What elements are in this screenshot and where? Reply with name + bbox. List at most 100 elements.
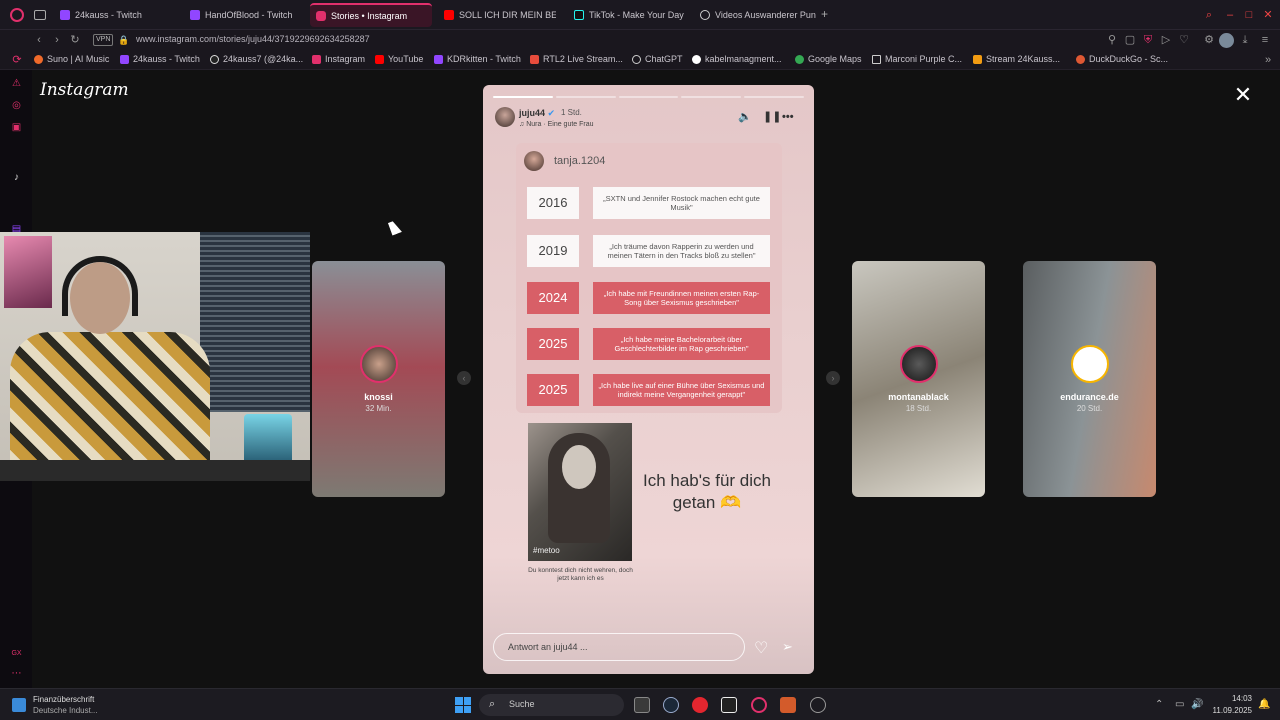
next-story-button[interactable]: ›: [826, 371, 840, 385]
search-tabs-icon[interactable]: ⌕: [1203, 9, 1215, 21]
news-widget-icon[interactable]: [12, 698, 26, 712]
reply-input[interactable]: Antwort an juju44 ...: [493, 633, 745, 661]
close-window-button[interactable]: ✕: [1262, 9, 1274, 21]
maps-pin-icon: [795, 54, 804, 64]
bookmark-rtl2[interactable]: RTL2 Live Stream...: [530, 54, 623, 64]
windows-start-icon[interactable]: [455, 697, 471, 713]
more-bookmarks-icon[interactable]: »: [1261, 53, 1275, 67]
story-photo: #metoo: [528, 423, 632, 561]
sidebar-toggle-icon[interactable]: ⟳: [10, 53, 24, 67]
forward-icon[interactable]: ›: [50, 33, 64, 47]
bookmark-suno[interactable]: Suno | AI Music: [34, 54, 109, 64]
settings-icon[interactable]: [810, 697, 826, 713]
tab-instagram-stories[interactable]: Stories • Instagram: [310, 3, 432, 27]
timeline-year: 2024: [527, 282, 579, 314]
tray-chevron-icon[interactable]: ⌃: [1155, 699, 1163, 711]
previous-story-button[interactable]: ‹: [457, 371, 471, 385]
bookmark-marconi[interactable]: Marconi Purple C...: [872, 54, 962, 64]
play-icon[interactable]: ▷: [1159, 33, 1173, 47]
clock-date[interactable]: 11.09.2025: [1205, 706, 1252, 715]
bookmark-stream[interactable]: Stream 24Kauss...: [973, 54, 1060, 64]
app-stream-icon[interactable]: [780, 697, 796, 713]
like-heart-icon[interactable]: ♡: [754, 638, 768, 658]
bookmark-kdrkitten[interactable]: KDRkitten - Twitch: [434, 54, 521, 64]
url-field[interactable]: www.instagram.com/stories/juju44/3719229…: [136, 34, 370, 44]
heart-icon[interactable]: ♡: [1177, 33, 1191, 47]
timeline-quote: „Ich habe live auf einer Bühne über Sexi…: [593, 374, 770, 406]
timeline-year: 2019: [527, 235, 579, 267]
twitch-icon: [190, 10, 200, 20]
bookmark-kabel[interactable]: kabelmanagment...: [692, 54, 782, 64]
news-widget-title[interactable]: Finanzüberschrift: [33, 695, 94, 704]
tray-network-icon[interactable]: ▭: [1175, 699, 1184, 711]
sidebar-more-icon[interactable]: ⋯: [11, 668, 22, 679]
close-icon[interactable]: ✕: [1232, 84, 1254, 106]
bookmark-24kauss-twitch[interactable]: 24kauss - Twitch: [120, 54, 200, 64]
workspaces-icon[interactable]: [34, 10, 46, 20]
side-story-endurance[interactable]: endurance.de 20 Std.: [1023, 261, 1156, 497]
webcam-overlay: [0, 232, 310, 481]
send-icon[interactable]: ➢: [782, 639, 793, 655]
minimize-button[interactable]: –: [1224, 9, 1236, 21]
clock-time[interactable]: 14:03: [1212, 694, 1252, 703]
sidebar-gx-icon[interactable]: GX: [11, 648, 22, 659]
tab-videos[interactable]: Videos Auswanderer Pun: [694, 3, 818, 27]
side-story-name: knossi: [364, 392, 393, 402]
story-progress-bar: [493, 96, 804, 98]
story-music[interactable]: ♫ Nura · Eine gute Frau: [519, 121, 594, 128]
instagram-logo[interactable]: Instagram: [40, 80, 129, 100]
notification-bell-icon[interactable]: 🔔: [1258, 699, 1270, 711]
side-story-time: 32 Min.: [365, 404, 392, 413]
maximize-button[interactable]: □: [1243, 9, 1255, 21]
sidebar-messenger-icon[interactable]: ⚠: [11, 78, 22, 89]
browser-logo-icon[interactable]: [10, 8, 24, 22]
app-red-icon[interactable]: [692, 697, 708, 713]
sidebar-news-icon[interactable]: ▣: [11, 122, 22, 133]
duckduckgo-icon: [1076, 54, 1085, 64]
news-widget-subtitle[interactable]: Deutsche Indust...: [33, 706, 97, 715]
more-options-icon[interactable]: •••: [782, 111, 794, 123]
globe-icon: [700, 10, 710, 20]
tab-tiktok[interactable]: TikTok - Make Your Day: [568, 3, 688, 27]
tab-twitch-handofblood[interactable]: HandOfBlood - Twitch: [184, 3, 308, 27]
bookmark-instagram[interactable]: Instagram: [312, 54, 365, 64]
tray-volume-icon[interactable]: 🔊: [1191, 699, 1203, 711]
reload-icon[interactable]: ↻: [68, 33, 82, 47]
bookmark-google-maps[interactable]: Google Maps: [795, 54, 862, 64]
bookmarks-bar: ⟳ Suno | AI Music 24kauss - Twitch 24kau…: [0, 50, 1280, 70]
new-tab-button[interactable]: +: [821, 8, 828, 20]
snapshot-icon[interactable]: ▢: [1123, 33, 1137, 47]
profile-avatar[interactable]: [1219, 33, 1234, 48]
sidebar-instagram-icon[interactable]: ◎: [11, 100, 22, 111]
side-story-knossi[interactable]: knossi 32 Min.: [312, 261, 445, 497]
search-icon: ⌕: [489, 698, 496, 710]
side-story-montanablack[interactable]: montanablack 18 Std.: [852, 261, 985, 497]
bookmark-24kauss7-tiktok[interactable]: 24kauss7 (@24ka...: [210, 54, 303, 64]
shield-icon[interactable]: ⛨: [1141, 33, 1155, 47]
timeline-quote: „Ich träume davon Rapperin zu werden und…: [593, 235, 770, 267]
file-explorer-icon[interactable]: [634, 697, 650, 713]
taskbar-search[interactable]: ⌕ Suche: [479, 694, 624, 716]
bookmark-chatgpt[interactable]: ChatGPT: [632, 54, 683, 64]
avatar[interactable]: [495, 107, 515, 127]
vpn-badge[interactable]: VPN: [93, 34, 114, 46]
steam-icon[interactable]: [663, 697, 679, 713]
opera-gx-icon[interactable]: [751, 697, 767, 713]
tab-youtube[interactable]: SOLL ICH DIR MEIN BETT: [438, 3, 556, 27]
bookmark-duckduckgo[interactable]: DuckDuckGo - Sc...: [1076, 54, 1168, 64]
pause-icon[interactable]: ❚❚: [763, 111, 781, 123]
mute-icon[interactable]: 🔈: [738, 111, 752, 123]
timeline-card: tanja.1204 2016 „SXTN und Jennifer Rosto…: [516, 143, 782, 413]
obs-icon[interactable]: [721, 697, 737, 713]
bookmark-youtube[interactable]: YouTube: [375, 54, 423, 64]
stream-icon: [973, 54, 982, 64]
pin-icon[interactable]: ⚲: [1105, 33, 1119, 47]
active-story[interactable]: juju44 ✔ 1 Std. ♫ Nura · Eine gute Frau …: [483, 85, 814, 674]
download-icon[interactable]: ⤓: [1238, 33, 1252, 47]
sidebar-tiktok-icon[interactable]: ♪: [11, 172, 22, 183]
menu-icon[interactable]: ≡: [1258, 33, 1272, 47]
tab-twitch-24kauss[interactable]: 24kauss - Twitch: [54, 3, 180, 27]
extensions-icon[interactable]: ⚙: [1202, 33, 1216, 47]
story-username[interactable]: juju44 ✔: [519, 108, 555, 119]
back-icon[interactable]: ‹: [32, 33, 46, 47]
